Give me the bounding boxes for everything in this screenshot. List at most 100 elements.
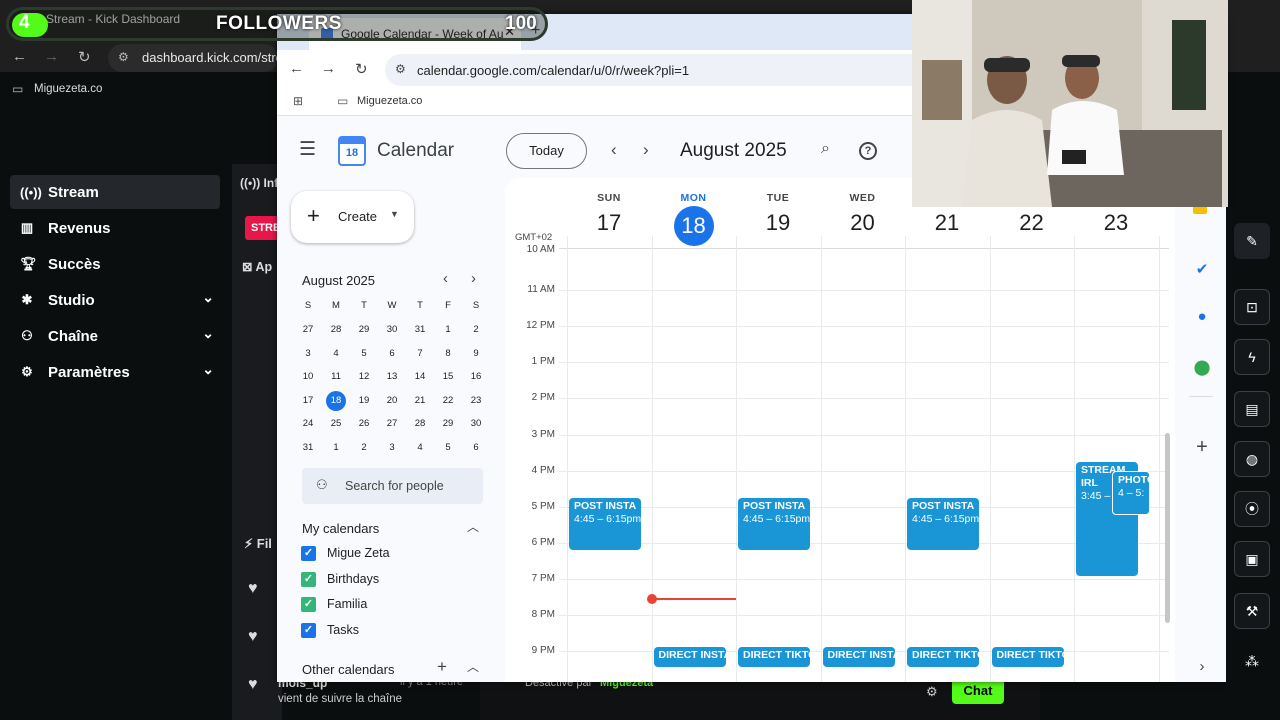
mini-prev-icon[interactable]: ‹ xyxy=(443,270,448,287)
sidebar-item-chaine[interactable]: ⚇ Chaîne ⌄ xyxy=(10,319,220,353)
calendar-event[interactable]: POST INSTA 4:45 – 6:15pm xyxy=(907,497,979,550)
mini-day[interactable]: 29 xyxy=(437,414,459,434)
my-calendars-title[interactable]: My calendars xyxy=(302,521,379,536)
mini-day[interactable]: 17 xyxy=(297,391,319,411)
lightning-icon[interactable]: ϟ xyxy=(1234,339,1270,375)
calendar-event[interactable]: DIRECT TIKTO xyxy=(991,647,1064,668)
mini-day[interactable]: 4 xyxy=(409,438,431,458)
mini-day[interactable]: 15 xyxy=(437,367,459,387)
sidebar-item-revenus[interactable]: ▥ Revenus xyxy=(10,211,220,245)
add-calendar-icon[interactable]: + xyxy=(437,657,447,677)
mini-day[interactable]: 28 xyxy=(409,414,431,434)
calendar-list-item[interactable]: ✓ Tasks xyxy=(277,621,497,643)
calendar-checkbox[interactable]: ✓ xyxy=(301,622,316,638)
site-info-icon[interactable]: ⚙ xyxy=(118,50,129,64)
create-button[interactable]: + Create ▼ xyxy=(291,191,414,243)
mini-day[interactable]: 30 xyxy=(465,414,487,434)
calendar-url-field[interactable]: ⚙ calendar.google.com/calendar/u/0/r/wee… xyxy=(385,54,945,86)
mini-day[interactable]: 24 xyxy=(297,414,319,434)
mini-day[interactable]: 10 xyxy=(297,367,319,387)
expand-panel-icon[interactable]: › xyxy=(1193,658,1211,675)
calendar-checkbox[interactable]: ✓ xyxy=(301,546,316,561)
mini-day[interactable]: 2 xyxy=(465,320,487,340)
keep-icon[interactable] xyxy=(1193,206,1207,214)
outer-url-field[interactable]: ⚙ dashboard.kick.com/stre xyxy=(108,44,283,72)
camera-icon[interactable]: ⊡ xyxy=(1234,289,1270,325)
forward-icon[interactable]: → xyxy=(321,60,336,77)
mini-day[interactable]: 6 xyxy=(381,344,403,364)
calendar-event[interactable]: POST INSTA 4:45 – 6:15pm xyxy=(569,497,641,550)
mini-day[interactable]: 2 xyxy=(353,438,375,458)
mini-day[interactable]: 18 xyxy=(326,390,346,411)
search-people-field[interactable]: ⚇ Search for people xyxy=(302,468,483,504)
search-icon[interactable]: ⌕ xyxy=(821,140,830,158)
sidebar-item-parametres[interactable]: ⚙ Paramètres ⌄ xyxy=(10,355,220,389)
site-info-icon[interactable]: ⚙ xyxy=(395,62,406,76)
mini-day[interactable]: 26 xyxy=(353,414,375,434)
mini-day[interactable]: 1 xyxy=(437,320,459,340)
mini-day[interactable]: 6 xyxy=(465,438,487,458)
sidebar-item-studio[interactable]: ✱ Studio ⌄ xyxy=(10,283,220,317)
calendar-event[interactable]: DIRECT TIKTO xyxy=(907,647,979,668)
maps-icon[interactable]: ⬤ xyxy=(1193,358,1211,376)
mini-day[interactable]: 7 xyxy=(409,344,431,364)
notes-icon[interactable]: ▤ xyxy=(1234,391,1270,427)
reload-icon[interactable]: ↻ xyxy=(355,60,368,78)
mini-day[interactable]: 4 xyxy=(325,344,347,364)
mini-day[interactable]: 14 xyxy=(409,367,431,387)
mini-next-icon[interactable]: › xyxy=(471,270,476,287)
today-button[interactable]: Today xyxy=(506,133,587,169)
mini-day[interactable]: 8 xyxy=(437,344,459,364)
chat-icon[interactable]: ◍ xyxy=(1234,441,1270,477)
chat-settings-icon[interactable]: ⚙ xyxy=(926,684,938,700)
calendar-event[interactable]: PHOTO4 – 5: xyxy=(1112,470,1150,515)
calendar-event[interactable]: DIRECT INSTA xyxy=(653,647,726,668)
contacts-icon[interactable]: ● xyxy=(1193,308,1211,325)
more-apps-icon[interactable]: ⁂ xyxy=(1234,643,1270,679)
chevron-up-icon[interactable]: ︿ xyxy=(467,658,479,675)
outer-bookmark[interactable]: Miguezeta.co xyxy=(34,83,102,95)
calendar-list-item[interactable]: ✓ Birthdays xyxy=(277,570,497,592)
calendar-checkbox[interactable]: ✓ xyxy=(301,571,316,587)
edit-icon[interactable]: ✎ xyxy=(1234,223,1270,259)
back-icon[interactable]: ← xyxy=(12,48,27,65)
calendar-checkbox[interactable]: ✓ xyxy=(301,597,316,612)
mini-day[interactable]: 9 xyxy=(465,344,487,364)
wrench-icon[interactable]: ⚒ xyxy=(1234,593,1270,629)
mini-day[interactable]: 19 xyxy=(353,391,375,411)
chevron-up-icon[interactable]: ︿ xyxy=(467,518,479,535)
tasks-icon[interactable]: ✔ xyxy=(1193,260,1211,278)
mini-day[interactable]: 31 xyxy=(409,320,431,340)
reload-icon[interactable]: ↻ xyxy=(78,48,91,66)
calendar-bookmark[interactable]: Miguezeta.co xyxy=(357,95,422,107)
calendar-event[interactable]: DIRECT INSTA xyxy=(822,647,895,668)
mini-day[interactable]: 3 xyxy=(297,344,319,364)
mini-day[interactable]: 30 xyxy=(381,320,403,340)
mini-day[interactable]: 5 xyxy=(353,344,375,364)
other-calendars-title[interactable]: Other calendars xyxy=(302,662,395,677)
video-icon[interactable]: ▣ xyxy=(1234,541,1270,577)
mini-day[interactable]: 27 xyxy=(381,414,403,434)
help-icon[interactable]: ? xyxy=(859,142,877,160)
apps-grid-icon[interactable]: ⊞ xyxy=(293,94,303,108)
grid-scrollbar[interactable] xyxy=(1165,433,1170,623)
sidebar-item-stream[interactable]: ((•)) Stream xyxy=(10,175,220,209)
back-icon[interactable]: ← xyxy=(289,60,304,77)
mini-day[interactable]: 22 xyxy=(437,391,459,411)
mini-day[interactable]: 31 xyxy=(297,438,319,458)
next-week-icon[interactable]: › xyxy=(643,140,649,160)
mini-day[interactable]: 28 xyxy=(325,320,347,340)
calendar-list-item[interactable]: ✓ Familia xyxy=(277,595,497,617)
calendar-event[interactable]: POST INSTA 4:45 – 6:15pm xyxy=(738,497,810,550)
forward-icon[interactable]: → xyxy=(44,48,59,65)
mini-day[interactable]: 16 xyxy=(465,367,487,387)
calendar-event[interactable]: DIRECT TIKTO xyxy=(738,647,810,668)
mini-day[interactable]: 13 xyxy=(381,367,403,387)
mini-day[interactable]: 25 xyxy=(325,414,347,434)
broadcast-icon[interactable]: ⦿ xyxy=(1234,491,1270,527)
mini-day[interactable]: 11 xyxy=(325,367,347,387)
mini-day[interactable]: 27 xyxy=(297,320,319,340)
prev-week-icon[interactable]: ‹ xyxy=(611,140,617,160)
sidebar-item-succes[interactable]: 🏆︎ Succès xyxy=(10,247,220,281)
mini-day[interactable]: 1 xyxy=(325,438,347,458)
